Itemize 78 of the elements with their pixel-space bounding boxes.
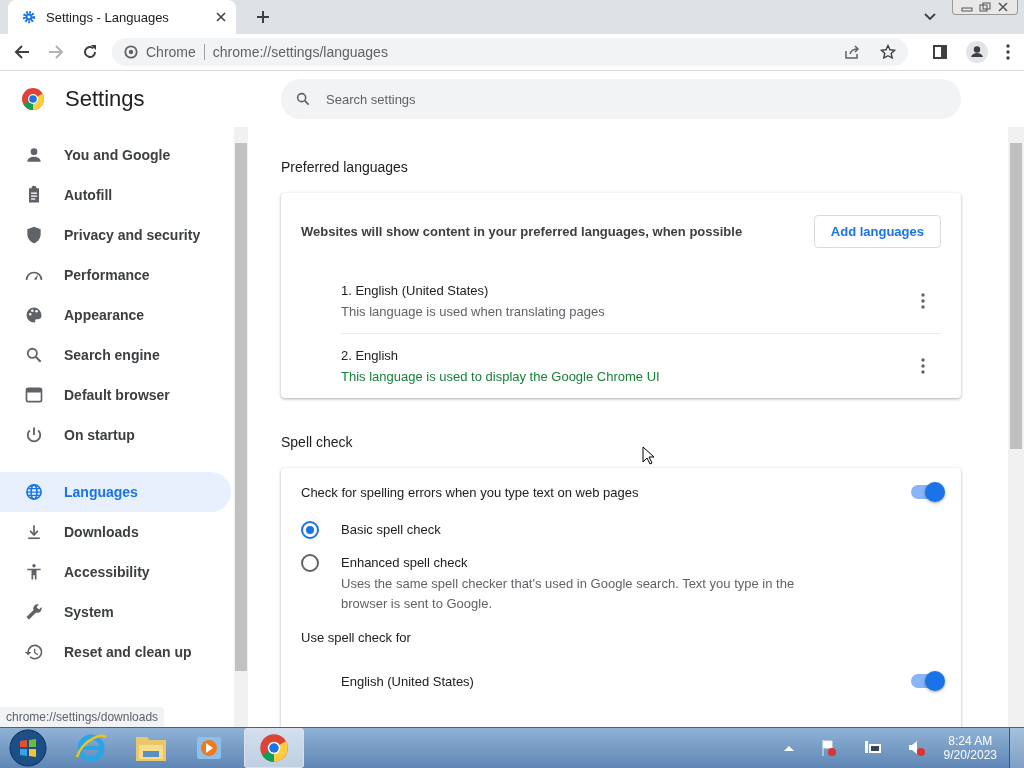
up-arrow-icon[interactable]: [783, 745, 794, 751]
chrome-logo-icon: [124, 45, 138, 59]
settings-title: Settings: [65, 86, 145, 112]
sidebar-item[interactable]: Default browser: [0, 375, 231, 415]
section-heading: Spell check: [281, 434, 354, 450]
search-field[interactable]: Search settings: [281, 79, 961, 119]
accessibility-icon: [24, 562, 44, 582]
sidebar-item[interactable]: Appearance: [0, 295, 231, 335]
clock-time: 8:24 AM: [948, 734, 993, 748]
url-text: chrome://settings/languages: [212, 44, 388, 60]
close-icon[interactable]: [997, 2, 1009, 12]
sidebar-item[interactable]: You and Google: [0, 135, 231, 175]
chrome-logo-icon: [259, 733, 289, 763]
show-desktop-button[interactable]: [1009, 728, 1024, 768]
browser-tab[interactable]: Settings - Languages: [8, 0, 236, 34]
speaker-icon[interactable]: [907, 739, 926, 757]
close-icon[interactable]: [216, 12, 226, 22]
window-controls[interactable]: [952, 0, 1018, 15]
start-button-icon[interactable]: [8, 728, 48, 768]
status-bubble: chrome://settings/downloads: [0, 707, 165, 727]
clock-date: 9/20/2023: [943, 748, 997, 762]
browser-icon: [24, 385, 44, 405]
language-name: 2. English: [341, 348, 400, 363]
palette-icon: [24, 305, 44, 325]
restore-icon[interactable]: [979, 2, 991, 12]
chevron-down-icon[interactable]: [924, 13, 936, 21]
sidebar-item[interactable]: Reset and clean up: [0, 632, 231, 672]
back-arrow-icon[interactable]: [14, 44, 30, 60]
scrollbar[interactable]: [234, 127, 248, 727]
more-icon[interactable]: [921, 293, 925, 309]
chrome-logo-icon: [21, 87, 45, 111]
star-icon[interactable]: [880, 44, 896, 60]
plus-icon[interactable]: [256, 10, 270, 24]
description-text: Websites will show content in your preferred languages, when possible: [301, 223, 743, 239]
subsection-heading: Use spell check for: [301, 630, 412, 645]
more-icon[interactable]: [921, 358, 925, 374]
wrench-icon: [24, 602, 44, 622]
share-icon[interactable]: [844, 44, 860, 60]
language-note: This language is used when translating pages: [341, 304, 605, 319]
address-bar[interactable]: Chrome chrome://settings/languages: [112, 38, 908, 66]
mouse-cursor-icon: [642, 446, 654, 465]
sidebar-item[interactable]: Downloads: [0, 512, 231, 552]
more-icon[interactable]: [1006, 44, 1010, 60]
tab-title: Settings - Languages: [46, 9, 170, 25]
taskbar-button[interactable]: [244, 728, 304, 768]
flag-icon[interactable]: [819, 739, 838, 757]
sidebar-item[interactable]: Privacy and security: [0, 215, 231, 255]
sidebar-item[interactable]: Search engine: [0, 335, 231, 375]
profile-icon[interactable]: [966, 41, 988, 63]
language-note: This language is used to display the Google Chrome UI: [341, 369, 660, 384]
gear-icon: [22, 10, 36, 24]
sidebar-item[interactable]: Autofill: [0, 175, 231, 215]
radio-button[interactable]: [301, 521, 319, 539]
power-icon: [24, 425, 44, 445]
radio-label: Basic spell check: [341, 522, 441, 537]
option-description: Uses the same spell checker that's used in Google search. Text you type in the browser is sent to Google.: [341, 575, 796, 613]
sidebar-item[interactable]: System: [0, 592, 231, 632]
shield-icon: [24, 225, 44, 245]
search-icon: [295, 91, 311, 107]
reload-icon[interactable]: [82, 44, 98, 60]
radio-label: Enhanced spell check: [341, 555, 469, 570]
person-icon: [24, 145, 44, 165]
section-heading: Preferred languages: [281, 159, 409, 175]
language-name: 1. English (United States): [341, 283, 490, 298]
sidebar-item[interactable]: Performance: [0, 255, 231, 295]
sidebar-item[interactable]: Languages: [0, 472, 231, 512]
setting-label: English (United States): [341, 673, 474, 689]
add-languages-button[interactable]: Add languages: [813, 214, 941, 248]
search-icon: [24, 345, 44, 365]
scrollbar[interactable]: [1008, 127, 1024, 727]
globe-icon: [24, 482, 44, 502]
side-panel-icon[interactable]: [932, 44, 948, 60]
site-label: Chrome: [146, 44, 196, 60]
history-icon: [24, 642, 44, 662]
sidebar-item[interactable]: Accessibility: [0, 552, 231, 592]
radio-button[interactable]: [301, 554, 319, 572]
setting-label: Check for spelling errors when you type text on web pages: [301, 484, 639, 500]
sidebar-item[interactable]: On startup: [0, 415, 231, 455]
